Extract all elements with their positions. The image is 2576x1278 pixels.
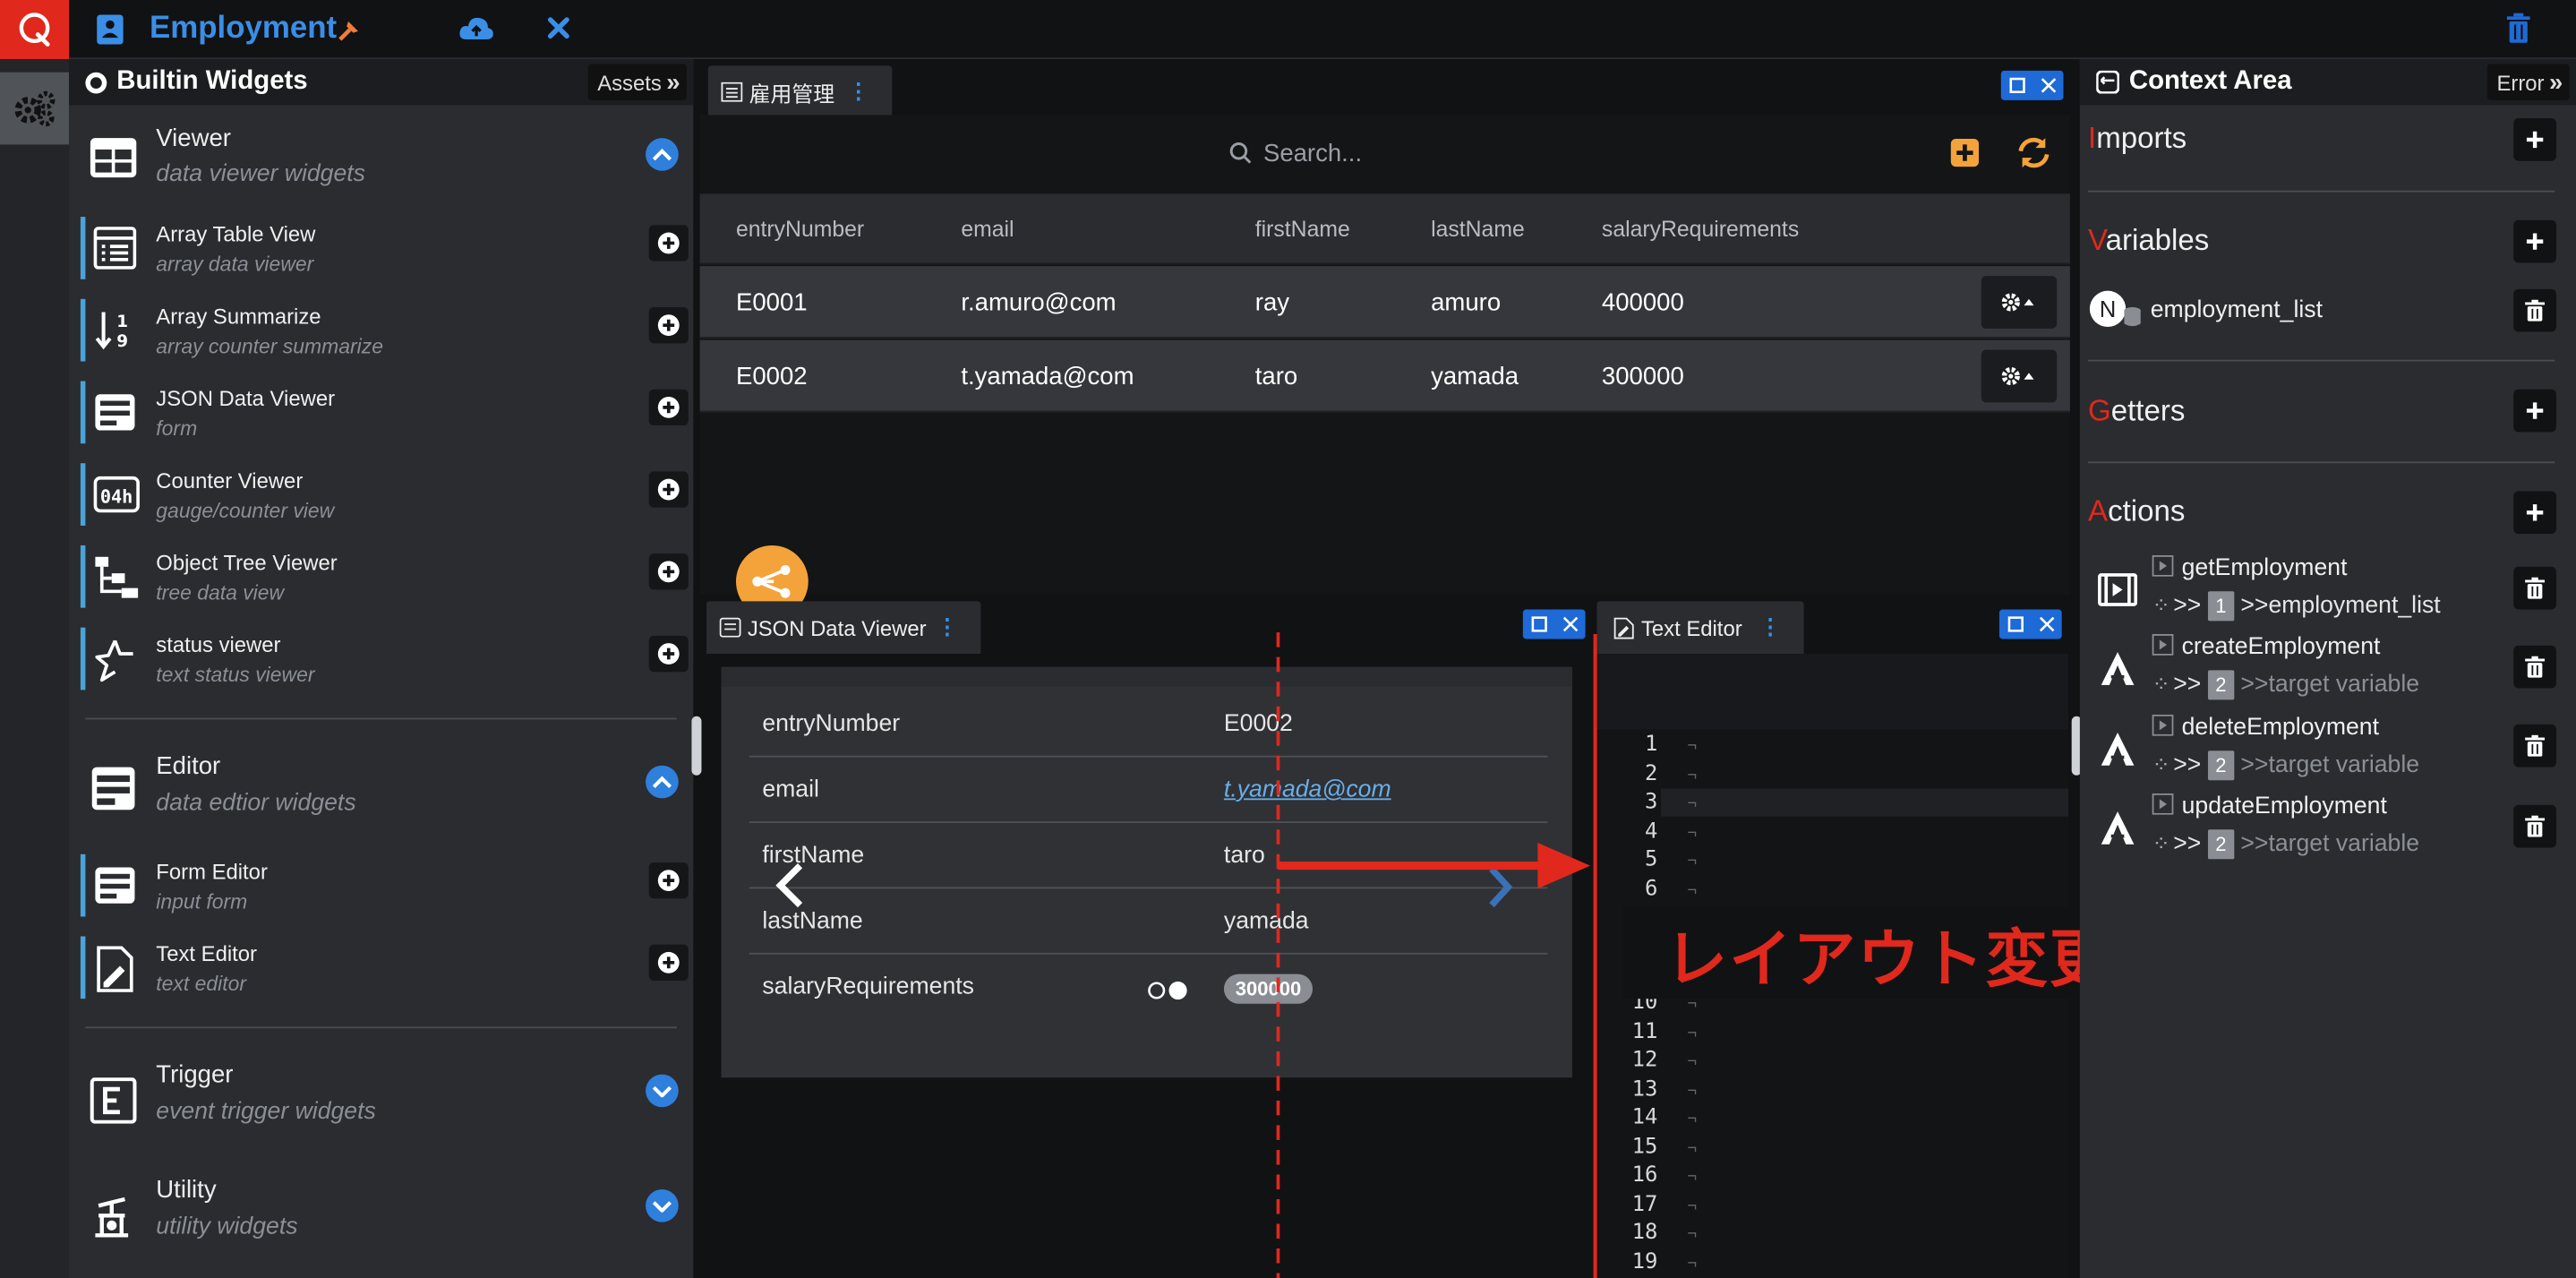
- trash-icon: [2525, 815, 2546, 837]
- trash-icon: [2525, 299, 2546, 322]
- action-item[interactable]: createEmployment ⁘ >> 2 >>target variable: [2080, 630, 2576, 706]
- section-title: mports: [2096, 121, 2187, 155]
- action-item[interactable]: deleteEmployment ⁘ >> 2 >>target variable: [2080, 711, 2576, 786]
- action-arrow: >>: [2173, 831, 2202, 858]
- plus-icon: [2526, 504, 2544, 521]
- action-target: >>employment_list: [2240, 593, 2441, 620]
- action-binding: ⁘ >> 2 >>target variable: [2152, 829, 2420, 860]
- trash-icon: [2525, 577, 2546, 599]
- divider: [2088, 190, 2555, 193]
- arrow-head: [1537, 842, 1591, 889]
- section-initial: I: [2088, 121, 2097, 155]
- spinner-icon: ⁘: [2152, 672, 2170, 697]
- action-binding: ⁘ >> 1 >>employment_list: [2152, 591, 2441, 622]
- section-title: ariables: [2105, 223, 2210, 257]
- spinner-icon: ⁘: [2152, 593, 2170, 618]
- action-name: deleteEmployment: [2181, 714, 2379, 742]
- plus-icon: [2526, 131, 2544, 149]
- action-item[interactable]: getEmployment ⁘ >> 1 >>employment_list: [2080, 552, 2576, 627]
- action-name: createEmployment: [2181, 634, 2381, 661]
- action-binding: ⁘ >> 2 >>target variable: [2152, 751, 2420, 781]
- add-getter-button[interactable]: [2513, 389, 2556, 433]
- trash-icon: [2525, 734, 2546, 757]
- delete-action-button[interactable]: [2513, 566, 2556, 610]
- action-arrow: >>: [2173, 752, 2202, 779]
- section-title: ctions: [2108, 494, 2186, 527]
- angular-icon: [2101, 811, 2135, 845]
- section-getters: Getters: [2088, 394, 2185, 429]
- context-area-panel: Context Area Error» Imports Variables N …: [2079, 59, 2576, 1278]
- database-icon: [2124, 306, 2141, 327]
- section-actions: Actions: [2088, 494, 2185, 529]
- play-square-icon: [2152, 554, 2174, 577]
- action-item[interactable]: updateEmployment ⁘ >> 2 >>target variable: [2080, 790, 2576, 865]
- play-square-icon: [2152, 714, 2174, 736]
- trash-icon: [2525, 656, 2546, 678]
- section-title: etters: [2110, 394, 2186, 427]
- action-target: >>target variable: [2240, 752, 2420, 779]
- add-variable-button[interactable]: [2513, 219, 2556, 263]
- action-name: updateEmployment: [2181, 793, 2387, 820]
- delete-variable-button[interactable]: [2513, 288, 2556, 332]
- play-square-icon: [2152, 634, 2174, 656]
- angular-icon: [2101, 733, 2135, 766]
- section-initial: A: [2088, 494, 2109, 527]
- action-name: getEmployment: [2181, 554, 2348, 582]
- double-chevron-icon: »: [2548, 68, 2563, 97]
- action-binding: ⁘ >> 2 >>target variable: [2152, 670, 2420, 700]
- section-variables: Variables: [2088, 223, 2209, 258]
- spinner-icon: ⁘: [2152, 831, 2170, 856]
- variable-name[interactable]: employment_list: [2151, 297, 2323, 323]
- section-initial: V: [2088, 223, 2106, 257]
- plus-icon: [2526, 402, 2544, 419]
- add-import-button[interactable]: [2513, 118, 2556, 161]
- error-tab-label: Error: [2496, 69, 2545, 95]
- variable-type-badge: N: [2089, 290, 2127, 328]
- delete-action-button[interactable]: [2513, 804, 2556, 848]
- action-arrow: >>: [2173, 672, 2202, 699]
- panel-header: Context Area Error»: [2079, 59, 2576, 106]
- action-arg-count: 2: [2207, 751, 2235, 781]
- action-arg-count: 2: [2207, 670, 2235, 700]
- context-icon: [2096, 70, 2119, 94]
- divider: [2088, 359, 2555, 362]
- add-action-button[interactable]: [2513, 491, 2556, 535]
- play-square-icon: [2152, 793, 2174, 815]
- action-arg-count: 2: [2207, 829, 2235, 860]
- action-arg-count: 1: [2207, 591, 2235, 622]
- delete-action-button[interactable]: [2513, 724, 2556, 768]
- delete-action-button[interactable]: [2513, 645, 2556, 689]
- error-tab[interactable]: Error»: [2486, 64, 2570, 100]
- spinner-icon: ⁘: [2152, 752, 2170, 777]
- section-initial: G: [2088, 394, 2111, 427]
- action-arrow: >>: [2173, 593, 2202, 620]
- angular-icon: [2101, 652, 2135, 685]
- section-imports: Imports: [2088, 122, 2187, 157]
- action-target: >>target variable: [2240, 672, 2420, 699]
- film-icon: [2098, 573, 2138, 606]
- panel-title: Context Area: [2128, 67, 2292, 96]
- action-target: >>target variable: [2240, 831, 2420, 858]
- app-root: Employment Builtin Widgets Assets» Viewe…: [0, 0, 2576, 1278]
- divider: [2088, 461, 2555, 464]
- plus-icon: [2526, 233, 2544, 250]
